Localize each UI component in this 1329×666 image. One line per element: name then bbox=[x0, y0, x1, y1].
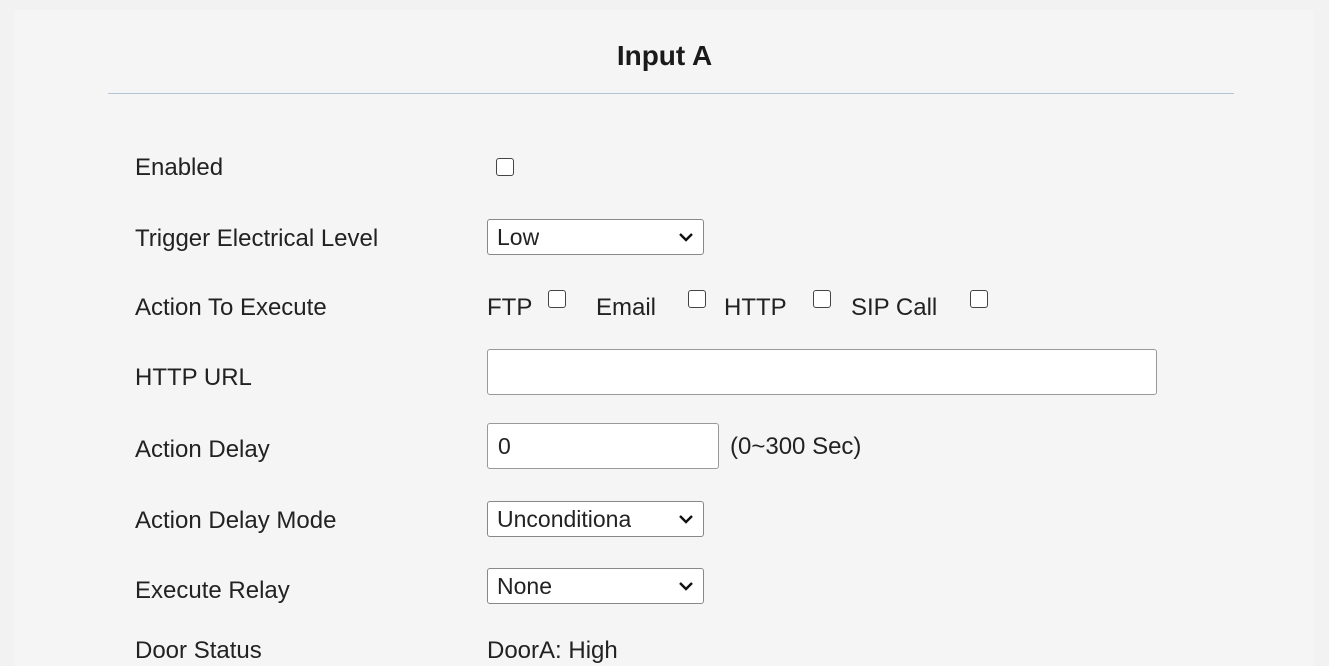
action-ftp-checkbox[interactable] bbox=[548, 290, 566, 308]
enabled-label: Enabled bbox=[135, 154, 224, 181]
action-to-execute-label: Action To Execute bbox=[135, 294, 327, 321]
action-sip-call-label: SIP Call bbox=[851, 294, 938, 321]
trigger-level-value: Low bbox=[497, 224, 540, 250]
title-divider bbox=[108, 93, 1234, 94]
action-delay-mode-value: Unconditiona bbox=[497, 506, 632, 532]
action-http-label: HTTP bbox=[724, 294, 787, 321]
http-url-input[interactable] bbox=[487, 349, 1157, 395]
http-url-label: HTTP URL bbox=[135, 364, 252, 391]
execute-relay-label: Execute Relay bbox=[135, 577, 290, 604]
chevron-down-icon bbox=[679, 582, 693, 591]
chevron-down-icon bbox=[679, 515, 693, 524]
door-status-label: Door Status bbox=[135, 637, 262, 664]
section-title: Input A bbox=[616, 40, 713, 71]
action-delay-mode-label: Action Delay Mode bbox=[135, 507, 337, 534]
trigger-level-select[interactable]: Low bbox=[487, 219, 704, 255]
action-sip-call-checkbox[interactable] bbox=[970, 290, 988, 308]
action-delay-mode-select[interactable]: Unconditiona bbox=[487, 501, 704, 537]
action-ftp-label: FTP bbox=[487, 294, 533, 321]
action-email-checkbox[interactable] bbox=[688, 290, 706, 308]
action-http-checkbox[interactable] bbox=[813, 290, 831, 308]
action-delay-input[interactable]: 0 bbox=[487, 423, 719, 469]
action-delay-label: Action Delay bbox=[135, 436, 270, 463]
door-status-value: DoorA: High bbox=[487, 637, 618, 664]
action-email-label: Email bbox=[596, 294, 657, 321]
trigger-level-label: Trigger Electrical Level bbox=[135, 225, 379, 252]
action-delay-hint: (0~300 Sec) bbox=[730, 433, 862, 460]
execute-relay-value: None bbox=[497, 573, 552, 599]
enabled-checkbox[interactable] bbox=[496, 158, 514, 176]
execute-relay-select[interactable]: None bbox=[487, 568, 704, 604]
chevron-down-icon bbox=[679, 233, 693, 242]
